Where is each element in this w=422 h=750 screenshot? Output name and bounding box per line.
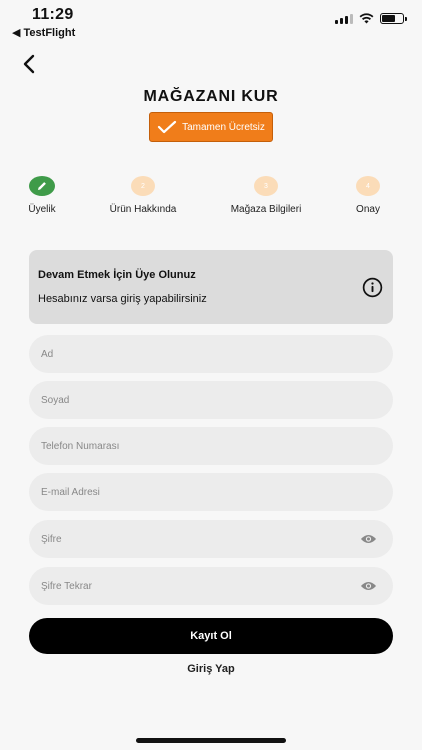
register-button[interactable]: Kayıt Ol [29, 618, 393, 654]
step-1-circle [29, 176, 55, 196]
last-name-input[interactable] [29, 381, 393, 419]
step-2-circle: 2 [131, 176, 155, 196]
pencil-icon [38, 182, 46, 190]
step-3-label: Mağaza Bilgileri [230, 204, 302, 215]
phone-field[interactable] [29, 427, 393, 465]
password-input[interactable] [29, 520, 393, 558]
battery-icon [380, 13, 407, 24]
back-to-testflight-link[interactable]: ◀ TestFlight [12, 26, 75, 39]
step-1-label: Üyelik [28, 204, 56, 215]
status-bar: 11:29 ◀ TestFlight [0, 0, 422, 40]
cellular-signal-icon [335, 13, 353, 24]
password-repeat-field[interactable] [29, 567, 393, 605]
first-name-field[interactable] [29, 335, 393, 373]
free-badge: Tamamen Ücretsiz [149, 112, 273, 142]
login-link[interactable]: Giriş Yap [0, 663, 422, 675]
show-password-eye-icon[interactable] [360, 533, 377, 545]
password-field[interactable] [29, 520, 393, 558]
last-name-field[interactable] [29, 381, 393, 419]
wifi-icon [359, 13, 374, 24]
step-3-circle: 3 [254, 176, 278, 196]
status-time: 11:29 [32, 6, 74, 23]
step-confirmation: 4 Onay [313, 176, 422, 215]
page-title: MAĞAZANI KUR [143, 88, 279, 105]
password-repeat-input[interactable] [29, 567, 393, 605]
step-4-label: Onay [356, 204, 380, 215]
step-2-label: Ürün Hakkında [109, 204, 177, 215]
info-title: Devam Etmek İçin Üye Olunuz [38, 269, 196, 281]
step-product-info: 2 Ürün Hakkında [88, 176, 198, 215]
free-badge-label: Tamamen Ücretsiz [182, 121, 265, 133]
email-field[interactable] [29, 473, 393, 511]
checkmark-icon [157, 120, 177, 134]
back-chevron-icon[interactable] [18, 52, 42, 76]
status-icons [335, 13, 407, 24]
show-password-repeat-eye-icon[interactable] [360, 580, 377, 592]
step-store-info: 3 Mağaza Bilgileri [211, 176, 321, 215]
home-indicator [136, 738, 286, 743]
step-membership: Üyelik [0, 176, 97, 215]
membership-info-box: Devam Etmek İçin Üye Olunuz Hesabınız va… [29, 250, 393, 324]
first-name-input[interactable] [29, 335, 393, 373]
phone-input[interactable] [29, 427, 393, 465]
step-4-circle: 4 [356, 176, 380, 196]
info-icon[interactable] [362, 277, 383, 298]
info-subtitle: Hesabınız varsa giriş yapabilirsiniz [38, 293, 207, 305]
email-input[interactable] [29, 473, 393, 511]
